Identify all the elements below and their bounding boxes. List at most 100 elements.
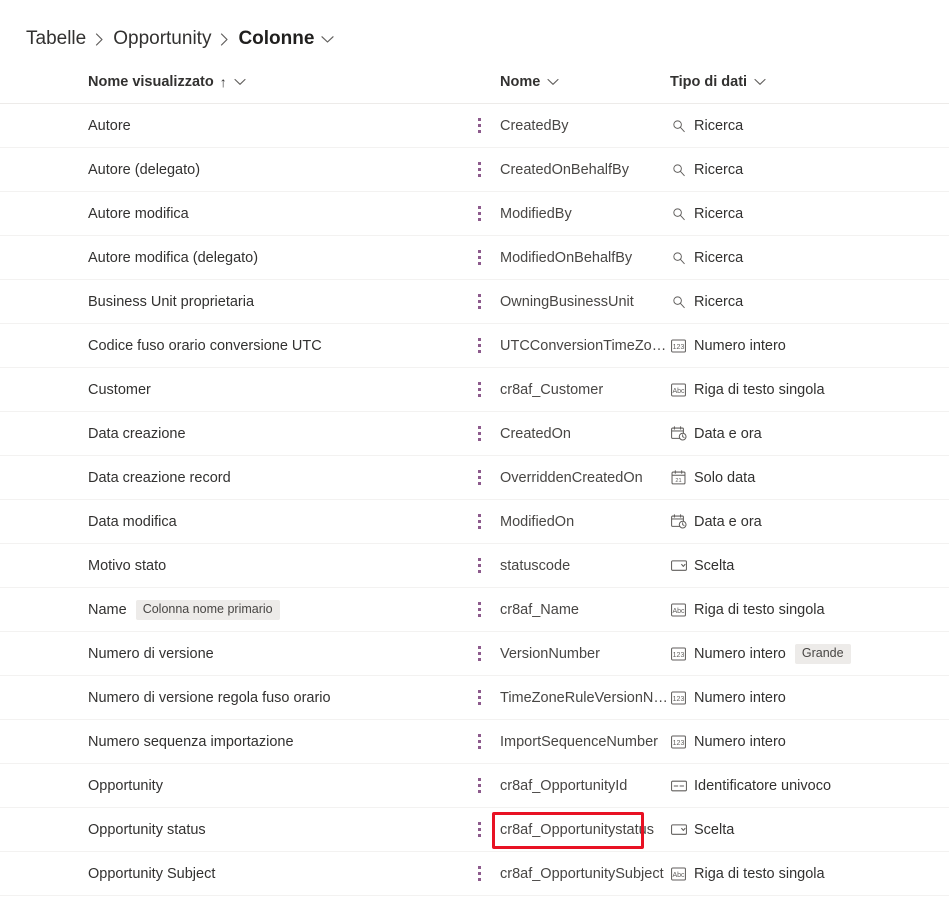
- more-vertical-icon[interactable]: [471, 204, 487, 224]
- row-menu-cell[interactable]: [458, 776, 500, 796]
- more-vertical-icon[interactable]: [471, 556, 487, 576]
- column-header-name[interactable]: Nome: [500, 74, 670, 90]
- cell-display-name[interactable]: Motivo stato: [28, 558, 458, 574]
- cell-display-name[interactable]: NameColonna nome primario: [28, 600, 458, 620]
- table-row[interactable]: Data modifica ModifiedOnData e ora: [0, 500, 949, 544]
- column-header-data-type[interactable]: Tipo di dati: [670, 74, 949, 90]
- table-row[interactable]: Codice fuso orario conversione UTC UTCCon…: [0, 324, 949, 368]
- breadcrumb-item-colonne[interactable]: Colonne: [238, 27, 314, 51]
- table-row[interactable]: Customercr8af_CustomerAbcRiga di testo s…: [0, 368, 949, 412]
- cell-display-name[interactable]: Data modifica: [28, 514, 458, 530]
- table-row[interactable]: Opportunity Subjectcr8af_OpportunitySubj…: [0, 852, 949, 896]
- cell-data-type: 123Numero interoGrande: [670, 644, 949, 664]
- cell-display-name[interactable]: Numero sequenza importazione: [28, 734, 458, 750]
- table-row[interactable]: Autore (delegato)CreatedOnBehalfByRicerc…: [0, 148, 949, 192]
- chevron-down-icon[interactable]: [321, 35, 334, 44]
- more-vertical-icon[interactable]: [471, 160, 487, 180]
- row-menu-cell[interactable]: [458, 116, 500, 136]
- cell-logical-name: UTCConversionTimeZoneC…: [500, 338, 670, 354]
- row-menu-cell[interactable]: [458, 468, 500, 488]
- cell-display-name[interactable]: Autore modifica: [28, 206, 458, 222]
- cell-data-type: Data e ora: [670, 513, 949, 530]
- chevron-down-icon-data-type[interactable]: [754, 78, 766, 86]
- table-row[interactable]: Numero di versione VersionNumber123Numero…: [0, 632, 949, 676]
- cell-display-name[interactable]: Numero di versione regola fuso orario: [28, 690, 458, 706]
- number-icon: 123: [670, 733, 687, 750]
- table-row[interactable]: AutoreCreatedByRicerca: [0, 104, 949, 148]
- row-menu-cell[interactable]: [458, 820, 500, 840]
- cell-display-name[interactable]: Data creazione record: [28, 470, 458, 486]
- row-menu-cell[interactable]: [458, 600, 500, 620]
- row-menu-cell[interactable]: [458, 644, 500, 664]
- cell-display-name[interactable]: Numero di versione: [28, 646, 458, 662]
- table-row[interactable]: Data creazione recordOverriddenCreatedOn…: [0, 456, 949, 500]
- cell-logical-name: CreatedOnBehalfBy: [500, 162, 670, 178]
- breadcrumb-item-opportunity[interactable]: Opportunity: [113, 27, 211, 51]
- row-menu-cell[interactable]: [458, 732, 500, 752]
- row-menu-cell[interactable]: [458, 160, 500, 180]
- table-row[interactable]: Motivo statostatuscodeScelta: [0, 544, 949, 588]
- row-menu-cell[interactable]: [458, 204, 500, 224]
- data-type-text: Numero intero: [694, 690, 786, 706]
- cell-display-name[interactable]: Autore (delegato): [28, 162, 458, 178]
- calendar-icon: 21: [670, 469, 687, 486]
- more-vertical-icon[interactable]: [471, 292, 487, 312]
- table-row[interactable]: Numero sequenza importazioneImportSequen…: [0, 720, 949, 764]
- row-menu-cell[interactable]: [458, 688, 500, 708]
- chevron-down-icon-name[interactable]: [547, 78, 559, 86]
- cell-data-type: 123Numero intero: [670, 689, 949, 706]
- table-row[interactable]: Opportunity statuscr8af_Opportunitystatu…: [0, 808, 949, 852]
- cell-data-type: 21Solo data: [670, 469, 949, 486]
- cell-logical-name: VersionNumber: [500, 646, 670, 662]
- data-type-text: Ricerca: [694, 294, 743, 310]
- more-vertical-icon[interactable]: [471, 336, 487, 356]
- more-vertical-icon[interactable]: [471, 864, 487, 884]
- row-menu-cell[interactable]: [458, 424, 500, 444]
- more-vertical-icon[interactable]: [471, 644, 487, 664]
- cell-logical-name: ModifiedOnBehalfBy: [500, 250, 670, 266]
- data-type-size-badge: Grande: [795, 644, 851, 664]
- more-vertical-icon[interactable]: [471, 512, 487, 532]
- more-vertical-icon[interactable]: [471, 380, 487, 400]
- more-vertical-icon[interactable]: [471, 248, 487, 268]
- table-row[interactable]: Data creazioneCreatedOnData e ora: [0, 412, 949, 456]
- cell-display-name[interactable]: Opportunity status: [28, 822, 458, 838]
- row-menu-cell[interactable]: [458, 248, 500, 268]
- cell-logical-name: cr8af_Customer: [500, 382, 670, 398]
- cell-display-name[interactable]: Autore modifica (delegato): [28, 250, 458, 266]
- more-vertical-icon[interactable]: [471, 776, 487, 796]
- text-icon: Abc: [670, 865, 687, 882]
- row-menu-cell[interactable]: [458, 336, 500, 356]
- cell-display-name[interactable]: Opportunity: [28, 778, 458, 794]
- table-row[interactable]: Autore modificaModifiedByRicerca: [0, 192, 949, 236]
- chevron-down-icon-display-name[interactable]: [234, 78, 246, 86]
- breadcrumb-item-tabelle[interactable]: Tabelle: [26, 27, 86, 51]
- row-menu-cell[interactable]: [458, 512, 500, 532]
- more-vertical-icon[interactable]: [471, 820, 487, 840]
- cell-display-name[interactable]: Business Unit proprietaria: [28, 294, 458, 310]
- cell-display-name[interactable]: Autore: [28, 118, 458, 134]
- more-vertical-icon[interactable]: [471, 424, 487, 444]
- more-vertical-icon[interactable]: [471, 468, 487, 488]
- cell-display-name[interactable]: Customer: [28, 382, 458, 398]
- cell-display-name[interactable]: Codice fuso orario conversione UTC: [28, 338, 458, 354]
- cell-display-name[interactable]: Opportunity Subject: [28, 866, 458, 882]
- cell-display-name[interactable]: Data creazione: [28, 426, 458, 442]
- table-row[interactable]: Business Unit proprietariaOwningBusiness…: [0, 280, 949, 324]
- more-vertical-icon[interactable]: [471, 116, 487, 136]
- row-menu-cell[interactable]: [458, 556, 500, 576]
- data-type-text: Data e ora: [694, 426, 762, 442]
- more-vertical-icon[interactable]: [471, 600, 487, 620]
- row-menu-cell[interactable]: [458, 864, 500, 884]
- row-menu-cell[interactable]: [458, 380, 500, 400]
- row-menu-cell[interactable]: [458, 292, 500, 312]
- table-row[interactable]: Numero di versione regola fuso orarioTim…: [0, 676, 949, 720]
- table-row[interactable]: NameColonna nome primariocr8af_NameAbcRi…: [0, 588, 949, 632]
- table-row[interactable]: Autore modifica (delegato) ModifiedOnBeha…: [0, 236, 949, 280]
- display-name-text: Name: [88, 602, 127, 618]
- more-vertical-icon[interactable]: [471, 732, 487, 752]
- more-vertical-icon[interactable]: [471, 688, 487, 708]
- table-row[interactable]: Opportunitycr8af_OpportunityIdIdentifica…: [0, 764, 949, 808]
- column-header-display-name[interactable]: Nome visualizzato ↑: [28, 74, 458, 90]
- cell-logical-name: ModifiedOn: [500, 514, 670, 530]
